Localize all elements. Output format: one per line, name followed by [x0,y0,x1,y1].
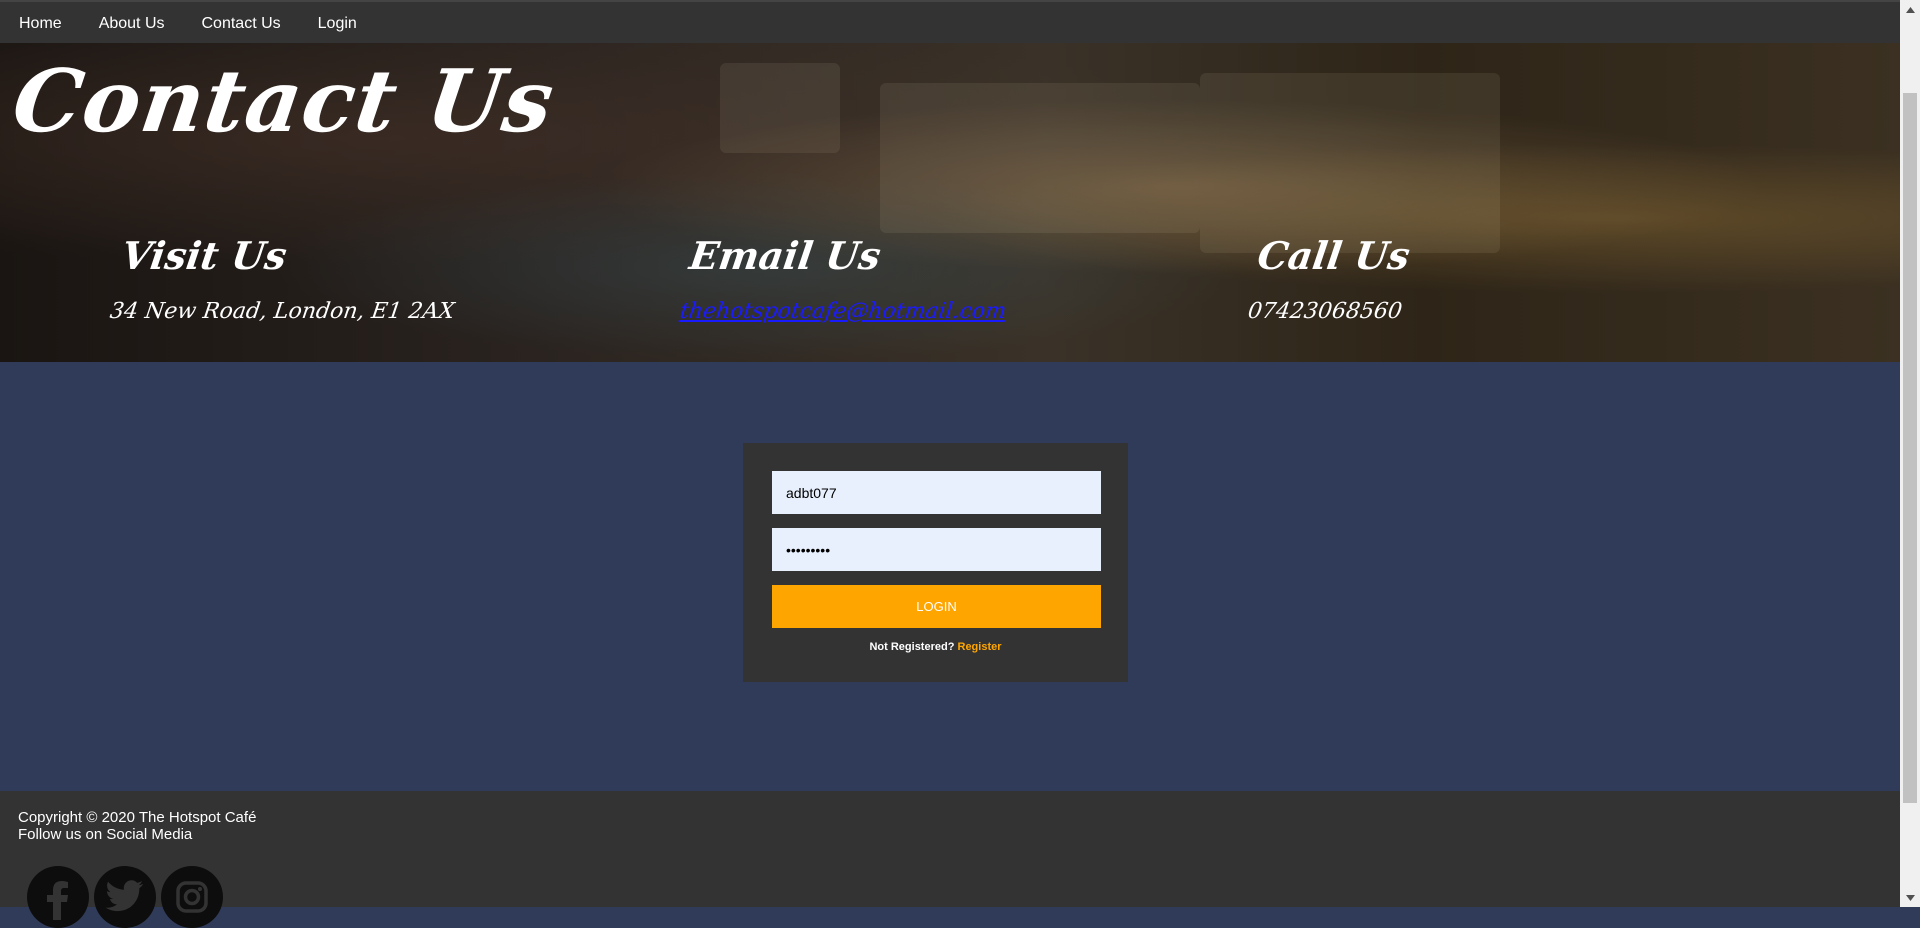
nav-login[interactable]: Login [300,15,376,33]
login-button[interactable]: LOGIN [772,585,1101,628]
footer: Copyright © 2020 The Hotspot Café Follow… [0,791,1900,907]
facebook-icon[interactable] [27,866,89,928]
background-blur [1200,73,1500,253]
email-us-heading: Email Us [686,233,884,278]
password-input[interactable]: ••••••••• [772,528,1101,571]
scroll-up-arrow-icon[interactable] [1900,0,1920,20]
top-nav: Home About Us Contact Us Login [0,0,1900,45]
facebook-glyph [47,881,68,920]
copyright-text: Copyright © 2020 The Hotspot Café [18,809,257,826]
phone-text: 07423068560 [1246,299,1404,324]
background-blur [880,83,1200,233]
contact-hero: Contact Us Visit Us 34 New Road, London,… [0,43,1900,362]
email-link[interactable]: thehotspotcafe@hotmail.com [678,299,1008,324]
page-title: Contact Us [6,51,561,152]
call-us-heading: Call Us [1254,233,1413,278]
register-prompt: Not Registered? Register [743,641,1128,653]
nav-contact-us[interactable]: Contact Us [184,15,300,33]
register-link[interactable]: Register [958,641,1002,653]
twitter-glyph [106,880,144,912]
twitter-icon[interactable] [94,866,156,928]
instagram-glyph [176,881,208,913]
visit-us-heading: Visit Us [118,233,290,278]
background-blur [720,63,840,153]
scrollbar-thumb[interactable] [1903,93,1917,803]
nav-about-us[interactable]: About Us [81,15,184,33]
instagram-icon[interactable] [161,866,223,928]
address-text: 34 New Road, London, E1 2AX [108,299,456,324]
login-card: adbt077 ••••••••• LOGIN Not Registered? … [743,443,1128,682]
not-registered-text: Not Registered? [869,641,955,653]
username-input[interactable]: adbt077 [772,471,1101,514]
nav-home[interactable]: Home [0,15,81,33]
follow-text: Follow us on Social Media [18,826,193,843]
scroll-down-arrow-icon[interactable] [1900,888,1920,907]
